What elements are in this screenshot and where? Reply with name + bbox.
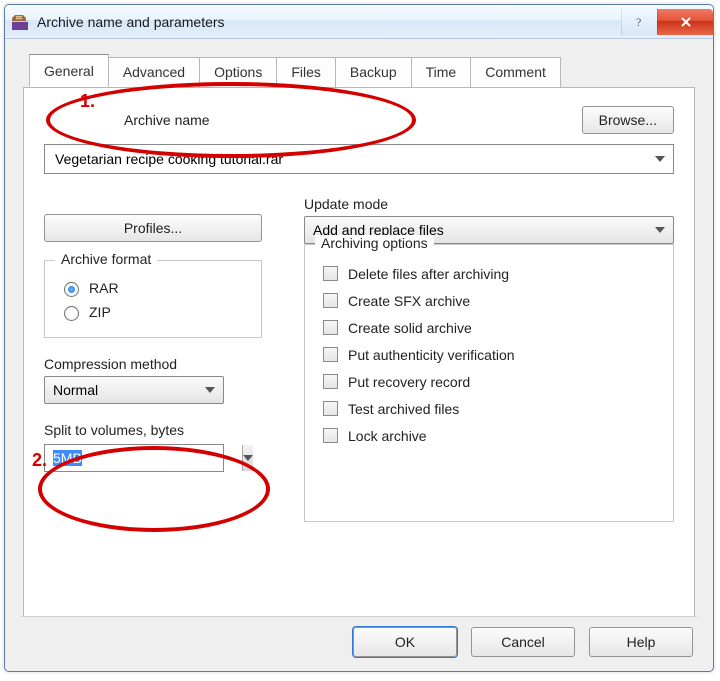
dialog-window: Archive name and parameters ? General Ad… bbox=[4, 4, 714, 672]
opt-recovery-record-label: Put recovery record bbox=[348, 374, 470, 390]
tab-comment[interactable]: Comment bbox=[470, 57, 561, 87]
archive-format-rar-label: RAR bbox=[89, 280, 119, 296]
opt-lock-archive-label: Lock archive bbox=[348, 428, 427, 444]
ok-button[interactable]: OK bbox=[353, 627, 457, 657]
opt-test-archived[interactable]: Test archived files bbox=[319, 398, 659, 419]
chevron-down-icon bbox=[655, 156, 665, 162]
compression-method-label: Compression method bbox=[44, 356, 284, 372]
opt-test-archived-checkbox[interactable] bbox=[323, 401, 338, 416]
close-titlebar-button[interactable] bbox=[657, 9, 713, 35]
tab-row: General Advanced Options Files Backup Ti… bbox=[29, 57, 695, 87]
opt-create-solid[interactable]: Create solid archive bbox=[319, 317, 659, 338]
archive-name-value: Vegetarian recipe cooking tutorial.rar bbox=[55, 151, 283, 167]
tab-panel-general: Archive name Browse... Vegetarian recipe… bbox=[23, 87, 695, 617]
cancel-button[interactable]: Cancel bbox=[471, 627, 575, 657]
tab-time[interactable]: Time bbox=[411, 57, 472, 87]
profiles-button[interactable]: Profiles... bbox=[44, 214, 262, 242]
help-titlebar-button[interactable]: ? bbox=[621, 9, 657, 35]
archive-format-rar-radio[interactable] bbox=[64, 282, 79, 297]
app-icon bbox=[11, 13, 29, 31]
archive-format-legend: Archive format bbox=[55, 251, 157, 267]
archive-format-zip[interactable]: ZIP bbox=[59, 303, 247, 321]
opt-delete-after-archiving[interactable]: Delete files after archiving bbox=[319, 263, 659, 284]
separator bbox=[21, 616, 697, 617]
svg-text:?: ? bbox=[636, 16, 641, 28]
tab-files[interactable]: Files bbox=[276, 57, 336, 87]
update-mode-label: Update mode bbox=[304, 196, 674, 212]
opt-create-sfx[interactable]: Create SFX archive bbox=[319, 290, 659, 311]
window-title: Archive name and parameters bbox=[37, 14, 225, 30]
client-area: General Advanced Options Files Backup Ti… bbox=[5, 39, 713, 671]
opt-test-archived-label: Test archived files bbox=[348, 401, 459, 417]
annotation-number-1: 1. bbox=[80, 91, 95, 112]
compression-method-dropdown[interactable]: Normal bbox=[44, 376, 224, 404]
opt-lock-archive-checkbox[interactable] bbox=[323, 428, 338, 443]
split-volumes-input[interactable] bbox=[45, 450, 242, 466]
split-volumes-label: Split to volumes, bytes bbox=[44, 422, 284, 438]
chevron-down-icon bbox=[205, 387, 215, 393]
archive-format-rar[interactable]: RAR bbox=[59, 279, 247, 297]
split-volumes-drop-button[interactable] bbox=[242, 445, 253, 471]
tab-options[interactable]: Options bbox=[199, 57, 277, 87]
opt-delete-after-archiving-checkbox[interactable] bbox=[323, 266, 338, 281]
opt-create-sfx-label: Create SFX archive bbox=[348, 293, 470, 309]
opt-authenticity-checkbox[interactable] bbox=[323, 347, 338, 362]
opt-recovery-record[interactable]: Put recovery record bbox=[319, 371, 659, 392]
archive-name-combobox[interactable]: Vegetarian recipe cooking tutorial.rar bbox=[44, 144, 674, 174]
chevron-down-icon bbox=[655, 227, 665, 233]
tab-backup[interactable]: Backup bbox=[335, 57, 412, 87]
archiving-options-legend: Archiving options bbox=[315, 235, 434, 251]
browse-button[interactable]: Browse... bbox=[582, 106, 674, 134]
chevron-down-icon bbox=[243, 455, 253, 461]
opt-authenticity-label: Put authenticity verification bbox=[348, 347, 515, 363]
opt-delete-after-archiving-label: Delete files after archiving bbox=[348, 266, 509, 282]
opt-lock-archive[interactable]: Lock archive bbox=[319, 425, 659, 446]
opt-authenticity[interactable]: Put authenticity verification bbox=[319, 344, 659, 365]
archive-format-zip-label: ZIP bbox=[89, 304, 111, 320]
annotation-number-2: 2. bbox=[32, 450, 47, 471]
opt-create-solid-label: Create solid archive bbox=[348, 320, 472, 336]
archive-name-label: Archive name bbox=[124, 112, 210, 128]
opt-recovery-record-checkbox[interactable] bbox=[323, 374, 338, 389]
opt-create-solid-checkbox[interactable] bbox=[323, 320, 338, 335]
archive-format-zip-radio[interactable] bbox=[64, 306, 79, 321]
dialog-button-row: OK Cancel Help bbox=[353, 627, 693, 657]
split-volumes-combobox[interactable] bbox=[44, 444, 224, 472]
tab-general[interactable]: General bbox=[29, 54, 109, 87]
tab-advanced[interactable]: Advanced bbox=[108, 57, 200, 87]
compression-method-value: Normal bbox=[53, 382, 98, 398]
opt-create-sfx-checkbox[interactable] bbox=[323, 293, 338, 308]
help-button[interactable]: Help bbox=[589, 627, 693, 657]
titlebar: Archive name and parameters ? bbox=[5, 5, 713, 39]
